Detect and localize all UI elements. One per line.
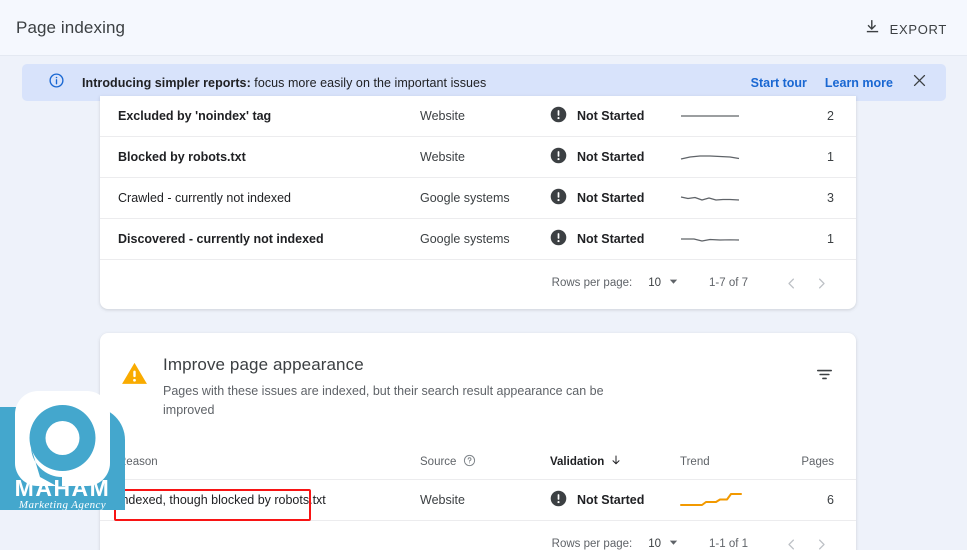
validation-label: Not Started: [577, 493, 645, 507]
chevron-down-icon[interactable]: [668, 537, 679, 550]
chevron-right-icon[interactable]: [806, 276, 836, 291]
validation-label: Not Started: [577, 150, 645, 164]
banner-actions: Start tour Learn more: [751, 72, 928, 94]
export-button[interactable]: EXPORT: [858, 14, 953, 44]
filter-icon[interactable]: [815, 365, 834, 389]
trend-sparkline: [680, 196, 740, 201]
cell-reason: Excluded by 'noindex' tag: [118, 109, 272, 123]
cell-reason: Blocked by robots.txt: [118, 150, 246, 164]
download-icon: [864, 18, 881, 40]
card-header-text: Improve page appearance Pages with these…: [163, 355, 613, 420]
table-header-row: Reason Source Validation Trend Pages: [100, 444, 856, 480]
column-header-validation[interactable]: Validation: [550, 454, 680, 469]
cell-validation: Not Started: [550, 188, 680, 208]
close-icon[interactable]: [911, 72, 928, 94]
cell-trend: [680, 231, 790, 247]
column-header-validation-label: Validation: [550, 455, 605, 468]
top-table-pagination: Rows per page: 10 1-7 of 7: [100, 260, 856, 306]
cell-source: Google systems: [420, 232, 510, 246]
cell-reason: Crawled - currently not indexed: [118, 191, 291, 205]
validation-label: Not Started: [577, 232, 645, 246]
column-header-trend: Trend: [680, 455, 710, 468]
cell-source: Google systems: [420, 191, 510, 205]
banner-message: Introducing simpler reports: focus more …: [82, 76, 486, 90]
cell-reason: Discovered - currently not indexed: [118, 232, 324, 246]
banner-message-rest: focus more easily on the important issue…: [250, 75, 487, 90]
cell-trend: [680, 190, 790, 206]
table-row[interactable]: Excluded by 'noindex' tag Website Not St…: [100, 96, 856, 137]
improve-table-pagination: Rows per page: 10 1-1 of 1: [100, 521, 856, 550]
not-started-icon: [550, 147, 567, 167]
cell-pages: 1: [827, 232, 834, 246]
cell-trend: [680, 149, 790, 165]
learn-more-link[interactable]: Learn more: [825, 76, 893, 90]
watermark-tagline: Marketing Agency: [18, 499, 106, 510]
maham-watermark-logo: MAHAM Marketing Agency: [0, 391, 125, 511]
page-indexing-table-card: Excluded by 'noindex' tag Website Not St…: [100, 96, 856, 309]
column-header-reason[interactable]: Reason: [100, 456, 420, 468]
validation-label: Not Started: [577, 109, 645, 123]
trend-sparkline: [680, 493, 742, 506]
cell-source: Website: [420, 109, 465, 123]
cell-validation: Not Started: [550, 490, 680, 510]
chevron-right-icon[interactable]: [806, 537, 836, 550]
info-icon: [48, 72, 65, 94]
help-circle-icon[interactable]: [463, 454, 476, 470]
column-header-source[interactable]: Source: [420, 454, 550, 470]
column-header-source-label: Source: [420, 455, 457, 468]
cell-trend: [680, 108, 790, 124]
table-row[interactable]: Blocked by robots.txt Website Not Starte…: [100, 137, 856, 178]
arrow-down-icon[interactable]: [610, 454, 622, 469]
cell-pages: 1: [827, 150, 834, 164]
watermark-name: MAHAM: [15, 475, 111, 501]
validation-label: Not Started: [577, 191, 645, 205]
cell-pages: 2: [827, 109, 834, 123]
column-header-pages[interactable]: Pages: [796, 456, 856, 468]
table-row[interactable]: Indexed, though blocked by robots.txt We…: [100, 480, 856, 521]
chevron-left-icon[interactable]: [776, 537, 806, 550]
rows-per-page-value[interactable]: 10: [648, 538, 661, 550]
cell-source: Website: [420, 150, 465, 164]
card-header: Improve page appearance Pages with these…: [100, 333, 856, 420]
page-root: Page indexing EXPORT Introducing simpler…: [0, 0, 967, 550]
export-label: EXPORT: [889, 21, 947, 37]
cell-pages: 6: [827, 493, 834, 507]
cell-pages: 3: [827, 191, 834, 205]
app-header: Page indexing EXPORT: [0, 0, 967, 56]
cell-reason: Indexed, though blocked by robots.txt: [118, 493, 326, 507]
rows-per-page-label: Rows per page:: [551, 277, 633, 289]
cell-validation: Not Started: [550, 106, 680, 126]
chevron-left-icon[interactable]: [776, 276, 806, 291]
chevron-down-icon[interactable]: [668, 276, 679, 290]
not-started-icon: [550, 188, 567, 208]
trend-sparkline: [681, 115, 739, 117]
cell-trend: [680, 490, 790, 510]
rows-per-page-label: Rows per page:: [551, 538, 633, 550]
improve-page-appearance-card: Improve page appearance Pages with these…: [100, 333, 856, 550]
not-started-icon: [550, 229, 567, 249]
trend-sparkline: [680, 155, 740, 160]
rows-per-page-value[interactable]: 10: [648, 277, 661, 289]
page-range-label: 1-1 of 1: [709, 538, 748, 550]
cell-source: Website: [420, 493, 465, 507]
card-title: Improve page appearance: [163, 355, 364, 374]
cell-validation: Not Started: [550, 229, 680, 249]
card-subtitle: Pages with these issues are indexed, but…: [163, 384, 604, 417]
page-range-label: 1-7 of 7: [709, 277, 748, 289]
table-row[interactable]: Discovered - currently not indexed Googl…: [100, 219, 856, 260]
trend-sparkline: [681, 238, 740, 242]
not-started-icon: [550, 106, 567, 126]
banner-message-bold: Introducing simpler reports:: [82, 75, 251, 90]
start-tour-link[interactable]: Start tour: [751, 76, 807, 90]
not-started-icon: [550, 490, 567, 510]
page-title: Page indexing: [16, 17, 126, 37]
cell-validation: Not Started: [550, 147, 680, 167]
table-row[interactable]: Crawled - currently not indexed Google s…: [100, 178, 856, 219]
